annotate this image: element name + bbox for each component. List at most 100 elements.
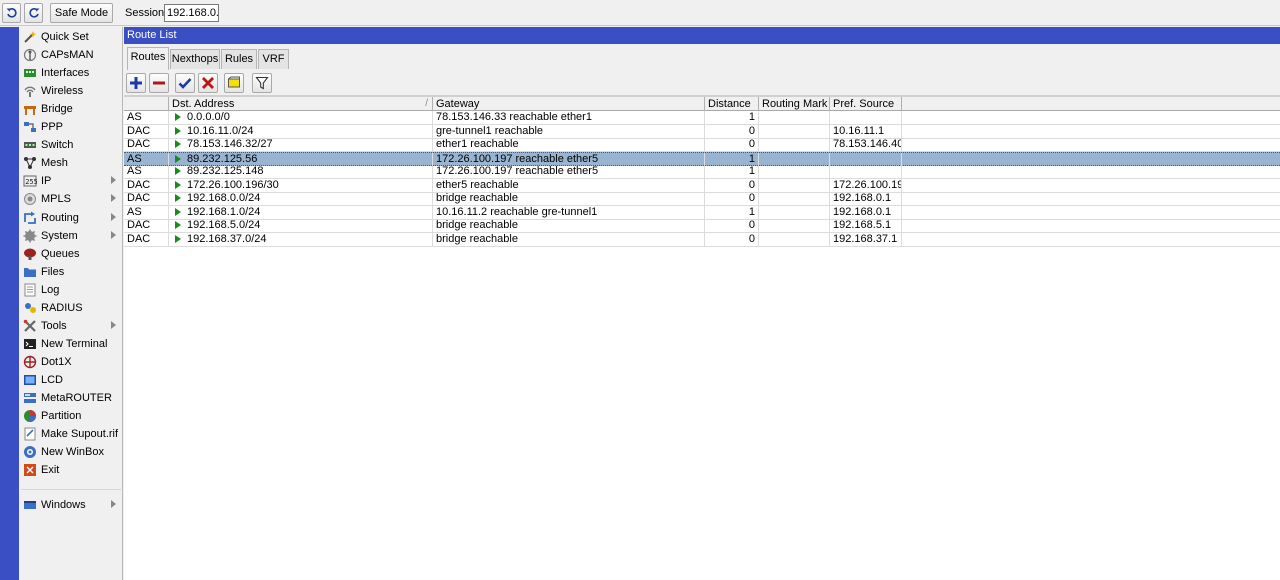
col-dst-address[interactable]: Dst. Address / — [169, 97, 433, 111]
table-row[interactable]: DAC 78.153.146.32/27 ether1 reachable 0 78.1… — [124, 138, 1280, 152]
partition-icon — [24, 410, 37, 423]
sidebar-item-capsman[interactable]: CAPsMAN — [19, 46, 122, 64]
comment-button[interactable] — [224, 73, 244, 93]
submenu-arrow-icon — [111, 176, 116, 185]
tab-rules[interactable]: Rules — [221, 49, 257, 69]
switch-icon — [24, 142, 36, 149]
cell-pref-source: 10.16.11.1 — [830, 124, 902, 138]
sidebar-item-windows[interactable]: Windows — [19, 496, 122, 514]
tab-rules-label: Rules — [224, 53, 254, 65]
col-pref-source[interactable]: Pref. Source — [830, 97, 902, 111]
sidebar-item-switch[interactable]: Switch — [19, 136, 122, 154]
sidebar-item-bridge[interactable]: Bridge — [19, 100, 122, 118]
cell-dst-address: 192.168.37.0/24 — [169, 232, 433, 246]
sidebar-item-exit[interactable]: Exit — [19, 461, 122, 479]
sidebar-item-partition[interactable]: Partition — [19, 407, 122, 425]
sidebar-item-ip[interactable]: 255 IP — [19, 172, 122, 190]
disable-button[interactable] — [198, 73, 218, 93]
sidebar-item-make-supout-rif[interactable]: Make Supout.rif — [19, 425, 122, 443]
cell-routing-mark — [759, 124, 830, 138]
sidebar-item-mpls[interactable]: MPLS — [19, 190, 122, 208]
cell-distance: 0 — [705, 124, 759, 138]
route-active-icon — [175, 113, 181, 121]
table-row[interactable]: AS 89.232.125.148 172.26.100.197 reachable… — [124, 165, 1280, 179]
sidebar-item-routing[interactable]: Routing — [19, 209, 122, 227]
sidebar-item-queues[interactable]: Queues — [19, 245, 122, 263]
table-row[interactable]: AS 192.168.1.0/24 10.16.11.2 reachable gre… — [124, 205, 1280, 220]
cell-distance: 0 — [705, 178, 759, 192]
cell-gateway: 172.26.100.197 reachable ether5 — [433, 152, 705, 166]
cell-pref-source: 78.153.146.40 — [830, 138, 902, 151]
table-row[interactable]: AS 89.232.125.56 172.26.100.197 reachable … — [124, 151, 1280, 166]
undo-button[interactable] — [2, 3, 21, 23]
cell-distance: 0 — [705, 138, 759, 151]
cell-pref-source — [830, 152, 902, 166]
col-gateway[interactable]: Gateway — [433, 97, 705, 111]
dst-address-text: 0.0.0.0/0 — [187, 111, 230, 123]
enable-button[interactable] — [175, 73, 195, 93]
sidebar-item-dot1x[interactable]: Dot1X — [19, 353, 122, 371]
cell-pref-source: 192.168.5.1 — [830, 219, 902, 232]
add-button[interactable] — [126, 73, 146, 93]
table-row[interactable]: DAC 192.168.0.0/24 bridge reachable 0 192.16… — [124, 192, 1280, 206]
tab-routes[interactable]: Routes — [127, 47, 169, 70]
submenu-arrow-icon — [111, 500, 116, 508]
redo-button[interactable] — [24, 3, 43, 23]
session-field[interactable]: 192.168.0.1 — [164, 4, 219, 22]
cell-routing-mark — [759, 219, 830, 232]
sidebar-item-tools[interactable]: Tools — [19, 317, 122, 335]
sidebar-item-label: New Terminal — [41, 337, 108, 350]
dst-address-text: 10.16.11.0/24 — [187, 124, 254, 137]
sidebar-item-label: Bridge — [41, 103, 73, 116]
remove-icon — [153, 81, 165, 85]
cell-routing-mark — [759, 111, 830, 124]
col-routing-mark[interactable]: Routing Mark — [759, 97, 830, 111]
metarouter-icon — [24, 393, 36, 403]
sidebar-item-label: Log — [41, 283, 60, 296]
sidebar-item-lcd[interactable]: LCD — [19, 371, 122, 389]
undo-icon — [6, 8, 17, 18]
sidebar-item-quick-set[interactable]: Quick Set — [19, 28, 122, 46]
sidebar-item-wireless[interactable]: Wireless — [19, 82, 122, 100]
sidebar-item-label: Windows — [41, 499, 86, 511]
tab-nexthops[interactable]: Nexthops — [170, 49, 220, 69]
winbox-side-strip — [0, 27, 19, 580]
table-row[interactable]: DAC 10.16.11.0/24 gre-tunnel1 reachable 0 10… — [124, 124, 1280, 139]
tab-vrf[interactable]: VRF — [258, 49, 289, 69]
remove-button[interactable] — [149, 73, 169, 93]
filter-button[interactable] — [252, 73, 272, 93]
mpls-icon — [24, 193, 36, 206]
sidebar-item-new-terminal[interactable]: New Terminal — [19, 335, 122, 353]
window-title[interactable]: Route List — [124, 27, 1280, 44]
cell-routing-mark — [759, 165, 830, 178]
table-row[interactable]: DAC 172.26.100.196/30 ether5 reachable 0 172… — [124, 178, 1280, 193]
sidebar-item-mesh[interactable]: Mesh — [19, 154, 122, 172]
sidebar-item-files[interactable]: Files — [19, 263, 122, 281]
cell-gateway: 78.153.146.33 reachable ether1 — [433, 111, 705, 124]
svg-text:255: 255 — [25, 178, 37, 186]
cell-dst-address: 192.168.0.0/24 — [169, 192, 433, 205]
col-distance[interactable]: Distance — [705, 97, 759, 111]
table-row[interactable]: DAC 192.168.5.0/24 bridge reachable 0 192.16… — [124, 219, 1280, 233]
table-row[interactable]: DAC 192.168.37.0/24 bridge reachable 0 192.1… — [124, 232, 1280, 247]
sidebar-item-interfaces[interactable]: Interfaces — [19, 64, 122, 82]
tab-routes-label: Routes — [130, 51, 166, 63]
sidebar-item-radius[interactable]: RADIUS — [19, 299, 122, 317]
routing-icon — [24, 211, 36, 224]
system-gear-icon — [23, 229, 37, 243]
sidebar-item-ppp[interactable]: PPP — [19, 118, 122, 136]
safe-mode-button[interactable]: Safe Mode — [50, 3, 113, 23]
sidebar-item-system[interactable]: System — [19, 227, 122, 245]
supout-icon — [24, 427, 36, 441]
col-flags[interactable] — [124, 97, 169, 111]
table-row[interactable]: AS 0.0.0.0/0 78.153.146.33 reachable ether… — [124, 111, 1280, 125]
submenu-arrow-icon — [111, 230, 116, 239]
sidebar-item-new-winbox[interactable]: New WinBox — [19, 443, 122, 461]
sidebar-item-label: New WinBox — [41, 446, 104, 459]
sidebar-item-log[interactable]: Log — [19, 281, 122, 299]
cell-flags: AS — [124, 165, 169, 178]
sidebar-item-metarouter[interactable]: MetaROUTER — [19, 389, 122, 407]
cell-flags: DAC — [124, 192, 169, 205]
sidebar-menu: Quick Set CAPsMAN Interfaces Wireless Bridge… — [19, 27, 123, 580]
cell-distance: 0 — [705, 192, 759, 205]
